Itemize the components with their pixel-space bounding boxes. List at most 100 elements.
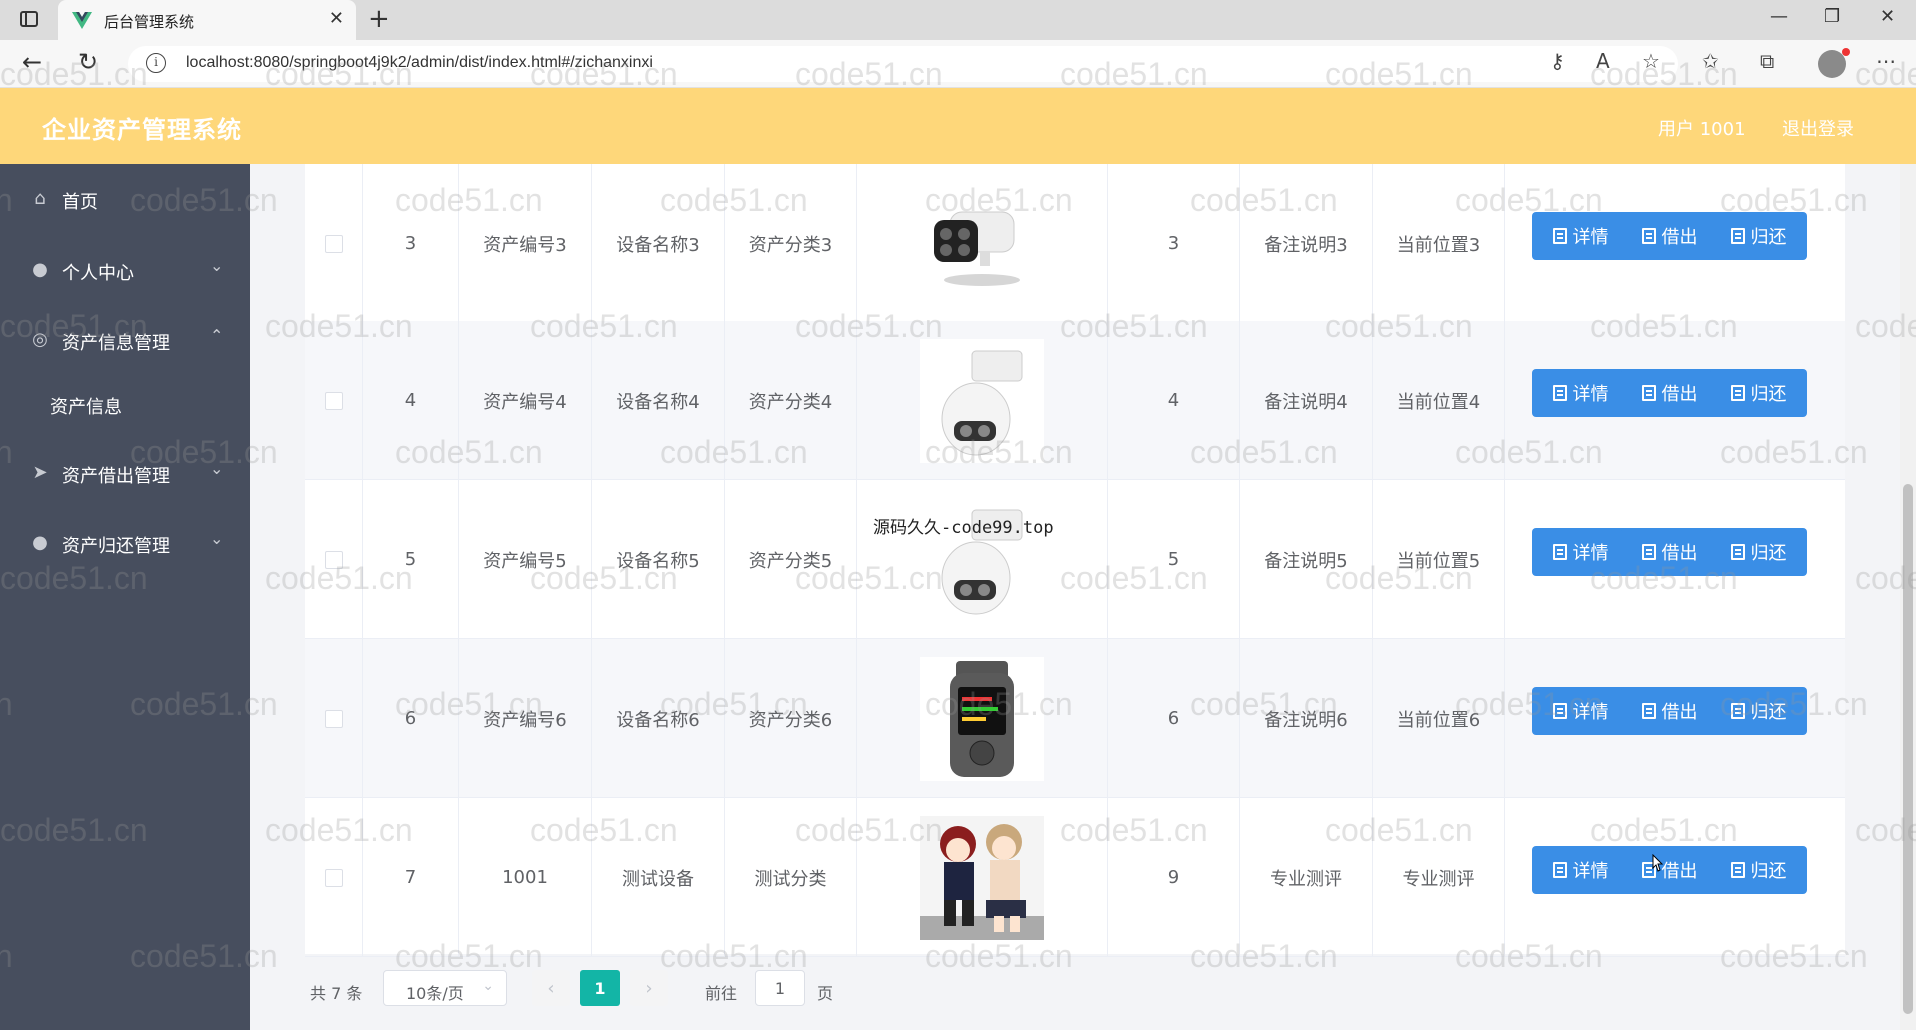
document-icon <box>1730 385 1745 401</box>
row-checkbox[interactable] <box>324 234 343 253</box>
profile-avatar[interactable] <box>1818 48 1850 78</box>
goto-page-input[interactable]: 1 <box>755 970 805 1006</box>
cell-name: 设备名称3 <box>592 164 725 323</box>
cell-name: 设备名称6 <box>592 639 725 798</box>
prev-page-button[interactable]: ‹ <box>532 970 570 1006</box>
cell-code: 资产编号6 <box>459 639 592 798</box>
button-label: 详情 <box>1572 861 1609 882</box>
asset-image <box>920 182 1044 306</box>
pagination: 共 7 条 10条/页 ⌄ ‹ 1 › 前往 1 页 <box>305 954 1845 1030</box>
close-tab-icon[interactable]: ✕ <box>329 8 344 29</box>
checkbox-cell <box>305 798 363 957</box>
sidebar-item-label: 首页 <box>62 192 98 213</box>
document-icon <box>1552 544 1567 560</box>
sidebar-item-borrow-mgmt[interactable]: ➤ 资产借出管理 ⌄ <box>0 445 250 501</box>
checkbox-cell <box>305 321 363 480</box>
home-icon: ⌂ <box>34 188 46 209</box>
asset-image-cell <box>857 798 1108 957</box>
goto-label: 前往 <box>705 984 738 1003</box>
return-button[interactable]: 归还 <box>1710 212 1807 260</box>
row-checkbox[interactable] <box>324 709 343 728</box>
sidebar-item-home[interactable]: ⌂ 首页 <box>0 171 250 227</box>
button-label: 借出 <box>1661 384 1698 405</box>
address-bar: ← ↻ i localhost:8080/springboot4j9k2/adm… <box>0 40 1916 88</box>
return-button[interactable]: 归还 <box>1710 369 1807 417</box>
borrow-button[interactable]: 借出 <box>1621 212 1718 260</box>
return-button[interactable]: 归还 <box>1710 846 1807 894</box>
logout-link[interactable]: 退出登录 <box>1782 115 1854 141</box>
sidebar-item-return-mgmt[interactable]: ● 资产归还管理 ⌄ <box>0 515 250 571</box>
table-row: 6 资产编号6 设备名称6 资产分类6 6 备注说明6 当前位置6 详情 借出 归还 <box>305 639 1845 798</box>
user-icon: ● <box>32 532 48 553</box>
return-button[interactable]: 归还 <box>1710 528 1807 576</box>
detail-button[interactable]: 详情 <box>1532 528 1629 576</box>
page-size-select[interactable]: 10条/页 ⌄ <box>383 970 507 1006</box>
back-icon[interactable]: ← <box>22 48 42 76</box>
asset-image-cell <box>857 639 1108 798</box>
cell-remark: 备注说明6 <box>1240 639 1373 798</box>
asset-table: 3 资产编号3 设备名称3 资产分类3 3 备注说明3 当前位置3 详情 借出 归还 4 资产编号4 设… <box>305 164 1845 957</box>
row-checkbox[interactable] <box>324 391 343 410</box>
cell-qty: 5 <box>1108 480 1240 639</box>
borrow-button[interactable]: 借出 <box>1621 846 1718 894</box>
row-checkbox[interactable] <box>324 868 343 887</box>
cell-remark: 备注说明3 <box>1240 164 1373 323</box>
actions-cell: 详情 借出 归还 <box>1505 164 1845 323</box>
cell-remark: 备注说明4 <box>1240 321 1373 480</box>
chevron-down-icon: ⌄ <box>482 978 494 994</box>
cell-name: 设备名称4 <box>592 321 725 480</box>
button-label: 借出 <box>1661 543 1698 564</box>
collections-icon[interactable]: ⧉ <box>1760 49 1774 73</box>
key-icon[interactable]: ⚷ <box>1550 49 1565 73</box>
cell-idx: 6 <box>363 639 459 798</box>
sidebar-item-profile[interactable]: ● 个人中心 ⌄ <box>0 242 250 298</box>
restore-icon[interactable]: ❐ <box>1824 6 1840 27</box>
minimize-icon[interactable]: — <box>1770 6 1788 27</box>
scrollbar-thumb[interactable] <box>1903 484 1913 1014</box>
favorites-list-icon[interactable]: ✩ <box>1702 49 1719 73</box>
cell-remark: 备注说明5 <box>1240 480 1373 639</box>
cell-qty: 6 <box>1108 639 1240 798</box>
sidebar-item-label: 资产信息管理 <box>62 333 170 354</box>
sidebar-item-label: 资产借出管理 <box>62 466 170 487</box>
detail-button[interactable]: 详情 <box>1532 846 1629 894</box>
checkbox-cell <box>305 639 363 798</box>
sidebar-subitem-asset-info[interactable]: 资产信息 <box>0 376 250 432</box>
close-window-icon[interactable]: ✕ <box>1880 6 1895 27</box>
app-title: 企业资产管理系统 <box>42 116 242 144</box>
more-icon[interactable]: ⋯ <box>1876 49 1896 73</box>
scrollbar[interactable] <box>1900 164 1916 1030</box>
mouse-cursor-icon <box>1652 854 1664 872</box>
reload-icon[interactable]: ↻ <box>78 48 98 76</box>
cell-location: 专业测评 <box>1373 798 1505 957</box>
settings-icon: ◎ <box>32 329 48 350</box>
new-tab-icon[interactable]: + <box>368 5 390 33</box>
borrow-button[interactable]: 借出 <box>1621 369 1718 417</box>
chevron-down-icon: ⌄ <box>210 459 224 478</box>
return-button[interactable]: 归还 <box>1710 687 1807 735</box>
url-field[interactable]: i localhost:8080/springboot4j9k2/admin/d… <box>128 46 1678 82</box>
detail-button[interactable]: 详情 <box>1532 687 1629 735</box>
document-icon <box>1730 862 1745 878</box>
row-checkbox[interactable] <box>324 550 343 569</box>
borrow-button[interactable]: 借出 <box>1621 528 1718 576</box>
tab-title: 后台管理系统 <box>104 13 195 31</box>
document-icon <box>1552 862 1567 878</box>
read-aloud-icon[interactable]: A <box>1596 49 1610 73</box>
detail-button[interactable]: 详情 <box>1532 369 1629 417</box>
tab-actions-icon[interactable] <box>20 11 38 27</box>
favorite-icon[interactable]: ☆ <box>1642 49 1660 73</box>
cell-location: 当前位置5 <box>1373 480 1505 639</box>
detail-button[interactable]: 详情 <box>1532 212 1629 260</box>
sidebar-item-asset-info-mgmt[interactable]: ◎ 资产信息管理 ⌃ <box>0 312 250 368</box>
current-page-button[interactable]: 1 <box>580 970 620 1006</box>
site-info-icon[interactable]: i <box>146 53 166 73</box>
borrow-button[interactable]: 借出 <box>1621 687 1718 735</box>
next-page-button[interactable]: › <box>630 970 668 1006</box>
button-label: 详情 <box>1572 384 1609 405</box>
browser-tab[interactable]: 后台管理系统 ✕ <box>58 0 356 40</box>
main-content: 3 资产编号3 设备名称3 资产分类3 3 备注说明3 当前位置3 详情 借出 归还 4 资产编号4 设… <box>250 164 1916 1030</box>
cell-idx: 4 <box>363 321 459 480</box>
button-label: 详情 <box>1572 702 1609 723</box>
button-label: 详情 <box>1572 543 1609 564</box>
